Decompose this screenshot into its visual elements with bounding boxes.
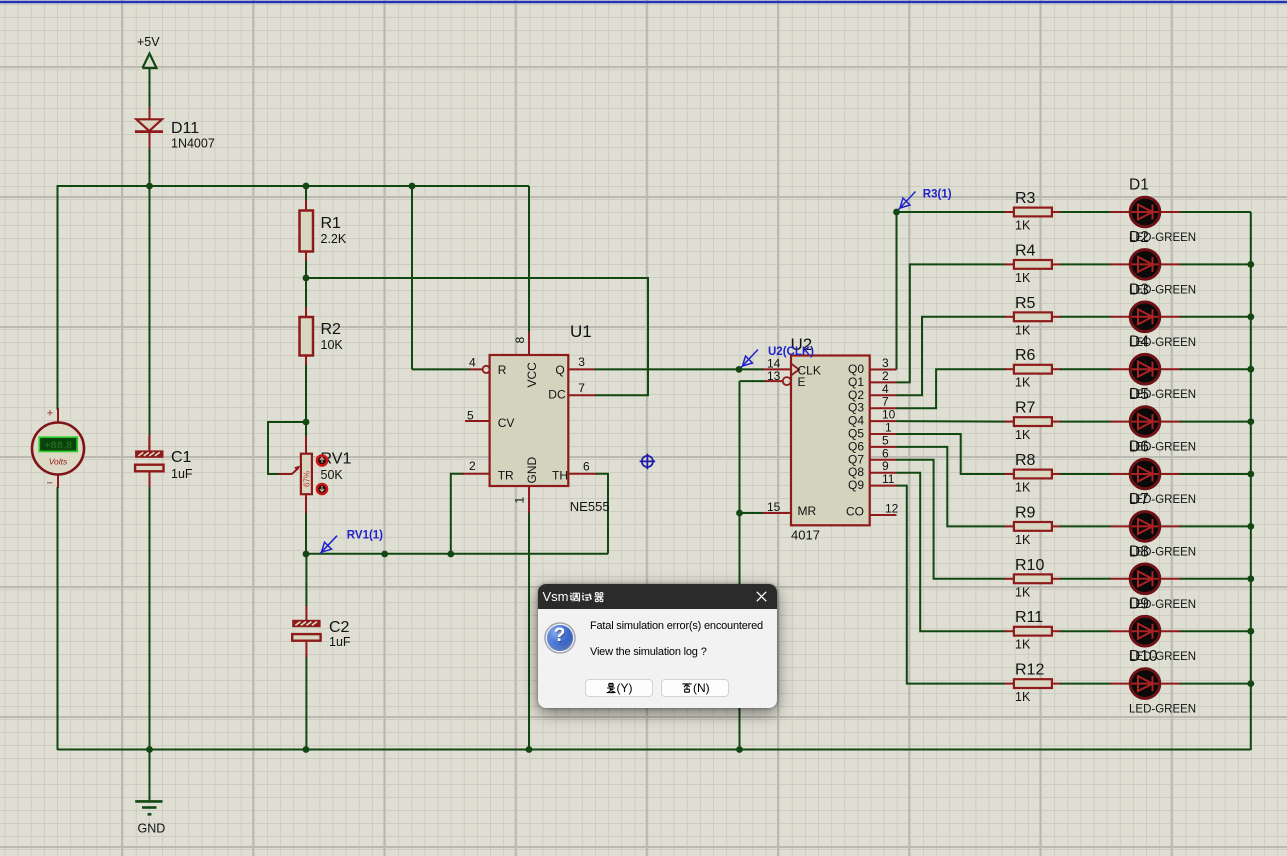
svg-text:1K: 1K xyxy=(1015,323,1031,337)
svg-text:D2: D2 xyxy=(1129,229,1149,246)
svg-text:1K: 1K xyxy=(1015,690,1031,704)
svg-text:VCC: VCC xyxy=(525,362,539,388)
svg-text:R3(1): R3(1) xyxy=(923,189,952,201)
svg-text:12: 12 xyxy=(885,502,899,516)
svg-text:R11: R11 xyxy=(1015,609,1043,626)
svg-text:CV: CV xyxy=(498,416,515,430)
svg-text:Volts: Volts xyxy=(49,457,68,467)
svg-text:Q6: Q6 xyxy=(848,439,864,453)
svg-text:Q2: Q2 xyxy=(848,388,864,402)
svg-text:D10: D10 xyxy=(1129,648,1158,665)
svg-text:U1: U1 xyxy=(570,322,592,341)
svg-text:C2: C2 xyxy=(329,619,350,636)
svg-text:1uF: 1uF xyxy=(329,635,351,649)
svg-text:2: 2 xyxy=(469,459,476,473)
svg-text:1K: 1K xyxy=(1015,271,1031,285)
svg-text:R12: R12 xyxy=(1015,662,1044,679)
svg-text:GND: GND xyxy=(525,457,539,484)
svg-text:R2: R2 xyxy=(321,321,342,338)
svg-text:D8: D8 xyxy=(1129,543,1149,560)
svg-text:LED-GREEN: LED-GREEN xyxy=(1129,704,1196,716)
svg-text:−: − xyxy=(47,478,53,490)
svg-text:+: + xyxy=(47,408,53,420)
svg-text:R7: R7 xyxy=(1015,400,1036,417)
svg-text:1uF: 1uF xyxy=(171,467,193,481)
svg-text:5: 5 xyxy=(882,433,889,447)
svg-text:2.2K: 2.2K xyxy=(321,232,347,246)
svg-text:D1: D1 xyxy=(1129,177,1149,194)
svg-text:1K: 1K xyxy=(1015,638,1031,652)
svg-text:C1: C1 xyxy=(171,449,192,466)
svg-text:Q9: Q9 xyxy=(848,478,864,492)
svg-text:E: E xyxy=(798,375,806,389)
svg-text:R6: R6 xyxy=(1015,347,1036,364)
svg-text:4017: 4017 xyxy=(791,528,820,543)
svg-text:RV1(1): RV1(1) xyxy=(347,530,383,542)
svg-text:1K: 1K xyxy=(1015,219,1031,233)
svg-text:TH: TH xyxy=(552,469,568,483)
svg-text:Q7: Q7 xyxy=(848,452,864,466)
svg-text:15: 15 xyxy=(767,500,781,514)
svg-text:4: 4 xyxy=(469,356,476,370)
svg-text:Q3: Q3 xyxy=(848,401,864,415)
svg-text:R4: R4 xyxy=(1015,242,1036,259)
svg-text:R8: R8 xyxy=(1015,452,1036,469)
svg-text:1: 1 xyxy=(513,497,527,504)
svg-text:R9: R9 xyxy=(1015,504,1036,521)
svg-text:8: 8 xyxy=(513,337,527,344)
svg-text:GND: GND xyxy=(138,822,166,836)
svg-text:1K: 1K xyxy=(1015,533,1031,547)
svg-text:MR: MR xyxy=(798,504,817,518)
svg-text:4: 4 xyxy=(882,382,889,396)
svg-text:50K: 50K xyxy=(321,468,344,482)
svg-text:Q0: Q0 xyxy=(848,362,864,376)
svg-text:9: 9 xyxy=(882,459,889,473)
svg-text:5: 5 xyxy=(467,409,474,423)
svg-text:6: 6 xyxy=(882,446,889,460)
svg-text:1K: 1K xyxy=(1015,585,1031,599)
svg-text:2: 2 xyxy=(882,369,889,383)
svg-text:Q8: Q8 xyxy=(848,465,864,479)
svg-text:D11: D11 xyxy=(171,120,199,137)
svg-text:DC: DC xyxy=(548,388,566,402)
svg-text:10K: 10K xyxy=(321,338,344,352)
svg-text:Q: Q xyxy=(555,363,564,377)
svg-text:1K: 1K xyxy=(1015,376,1031,390)
svg-text:7: 7 xyxy=(882,395,889,409)
svg-text:R5: R5 xyxy=(1015,295,1036,312)
svg-text:67%: 67% xyxy=(303,471,312,487)
svg-text:+88.8: +88.8 xyxy=(44,440,72,452)
svg-text:NE555: NE555 xyxy=(570,499,610,514)
svg-text:R1: R1 xyxy=(321,215,342,232)
svg-text:TR: TR xyxy=(498,469,514,483)
svg-text:D3: D3 xyxy=(1129,281,1149,298)
svg-text:Q1: Q1 xyxy=(848,375,864,389)
svg-text:10: 10 xyxy=(882,408,896,422)
svg-text:1N4007: 1N4007 xyxy=(171,137,215,151)
svg-text:CO: CO xyxy=(846,505,864,519)
svg-text:3: 3 xyxy=(882,356,889,370)
svg-text:D5: D5 xyxy=(1129,386,1149,403)
svg-text:13: 13 xyxy=(767,369,781,383)
svg-text:11: 11 xyxy=(882,472,895,486)
svg-text:Q4: Q4 xyxy=(848,414,864,428)
svg-text:R10: R10 xyxy=(1015,557,1044,574)
svg-text:6: 6 xyxy=(583,459,590,473)
svg-text:D9: D9 xyxy=(1129,596,1149,613)
svg-text:Q5: Q5 xyxy=(848,427,864,441)
svg-text:R: R xyxy=(498,363,507,377)
svg-text:D6: D6 xyxy=(1129,439,1149,456)
svg-text:D7: D7 xyxy=(1129,491,1149,508)
svg-text:7: 7 xyxy=(578,381,585,395)
svg-text:+5V: +5V xyxy=(137,35,160,49)
svg-text:D4: D4 xyxy=(1129,334,1149,351)
svg-text:1K: 1K xyxy=(1015,481,1031,495)
svg-text:R3: R3 xyxy=(1015,190,1036,207)
svg-text:3: 3 xyxy=(578,355,585,369)
svg-text:1K: 1K xyxy=(1015,428,1031,442)
svg-text:1: 1 xyxy=(885,421,892,435)
svg-text:U2(CLK): U2(CLK) xyxy=(768,346,814,358)
